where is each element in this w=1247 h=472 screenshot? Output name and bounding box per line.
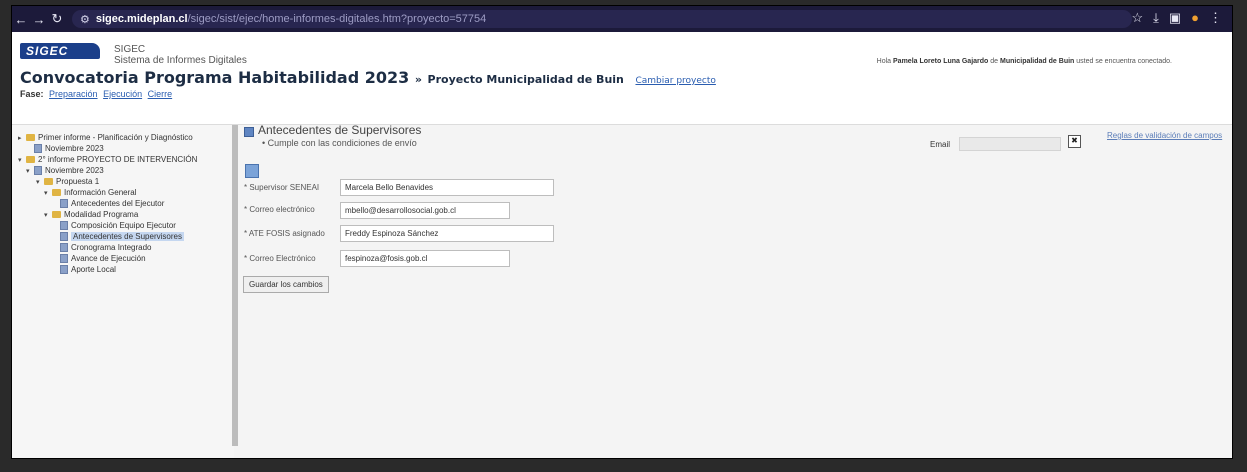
tree-node[interactable]: ▾ Modalidad Programa (44, 210, 138, 219)
tree-node[interactable]: Avance de Ejecución (60, 254, 146, 263)
url-host: sigec.mideplan.cl (95, 13, 188, 25)
folder-icon (52, 211, 61, 218)
extension-icon[interactable]: ▣ (1169, 10, 1181, 26)
supervisor-email-label: * Correo electrónico (244, 205, 315, 214)
save-icon[interactable] (245, 164, 259, 178)
user-org: Municipalidad de Buin (1000, 58, 1075, 65)
forward-icon[interactable]: → (30, 12, 48, 27)
tree-node[interactable]: Aporte Local (60, 265, 116, 274)
ate-fosis-label: * ATE FOSIS asignado (244, 229, 325, 238)
fase-link-preparacion[interactable]: Preparación (49, 89, 98, 99)
document-icon (60, 232, 68, 241)
document-icon (60, 199, 68, 208)
collapse-icon[interactable]: ▾ (44, 189, 52, 197)
user-status: Hola Pamela Loreto Luna Gajardo de Munic… (877, 58, 1172, 65)
document-icon (34, 144, 42, 153)
tree-node[interactable]: Antecedentes del Ejecutor (60, 199, 164, 208)
validation-rules-link[interactable]: Reglas de validación de campos (1107, 131, 1222, 140)
tree-node[interactable]: Cronograma Integrado (60, 243, 152, 252)
url-path: /sigec/sist/ejec/home-informes-digitales… (187, 13, 487, 25)
supervisor-label: * Supervisor SENEAI (244, 183, 320, 192)
app-subtitle: Sistema de Informes Digitales (114, 55, 247, 66)
menu-icon[interactable]: ⋮ (1209, 10, 1222, 26)
user-connection-status: usted se encuentra conectado. (1076, 58, 1172, 65)
tree-node[interactable]: Noviembre 2023 (34, 144, 104, 153)
app-name: SIGEC (114, 44, 146, 55)
panel-icon (244, 127, 254, 137)
title-main: Convocatoria Programa Habitabilidad 2023 (20, 68, 410, 87)
folder-icon (26, 134, 35, 141)
address-bar[interactable]: ⚙ sigec.mideplan.cl /sigec/sist/ejec/hom… (72, 10, 1132, 28)
sigec-logo: SIGEC (20, 43, 100, 59)
tree-node[interactable]: ▸ Primer informe - Planificación y Diagnó… (18, 133, 193, 142)
ate-fosis-input[interactable] (340, 225, 554, 242)
email-label: Email (930, 140, 951, 149)
title-separator: » (414, 73, 422, 86)
back-icon[interactable]: ← (12, 12, 30, 27)
tree-node[interactable]: ▾ Información General (44, 188, 136, 197)
email-field[interactable] (959, 137, 1061, 151)
user-of: de (990, 58, 999, 65)
tree-scrollbar[interactable] (232, 125, 238, 446)
title-project: Proyecto Municipalidad de Buin (427, 73, 624, 86)
fase-label: Fase: (20, 89, 44, 99)
fase-nav: Fase: Preparación Ejecución Cierre (20, 89, 172, 99)
browser-toolbar: ← → ↻ ⚙ sigec.mideplan.cl /sigec/sist/ej… (12, 6, 1232, 32)
user-name: Pamela Loreto Luna Gajardo (893, 58, 989, 65)
panel-note-text: Cumple con las condiciones de envío (267, 138, 417, 148)
ate-email-label: * Correo Electrónico (244, 254, 316, 263)
reload-icon[interactable]: ↻ (48, 11, 66, 27)
close-icon[interactable]: ✖ (1068, 135, 1081, 148)
save-button[interactable]: Guardar los cambios (243, 276, 329, 293)
star-icon[interactable]: ☆ (1131, 10, 1143, 26)
fase-link-cierre[interactable]: Cierre (148, 89, 173, 99)
panel-note: • Cumple con las condiciones de envío (262, 138, 417, 148)
app-header: SIGEC SIGEC Sistema de Informes Digitale… (12, 32, 1232, 125)
collapse-icon[interactable]: ▾ (18, 156, 26, 164)
change-project-link[interactable]: Cambiar proyecto (635, 76, 715, 86)
collapse-icon[interactable]: ▾ (44, 211, 52, 219)
tree-node[interactable]: ▾ Noviembre 2023 (26, 166, 104, 175)
page-title: Convocatoria Programa Habitabilidad 2023… (20, 68, 716, 87)
report-tree: ▸ Primer informe - Planificación y Diagnó… (12, 125, 234, 458)
site-info-icon[interactable]: ⚙ (80, 13, 90, 26)
fase-link-ejecucion[interactable]: Ejecución (103, 89, 142, 99)
document-icon (60, 243, 68, 252)
document-icon (60, 265, 68, 274)
profile-icon[interactable]: ● (1191, 10, 1199, 26)
tree-node-selected[interactable]: Antecedentes de Supervisores (60, 232, 184, 241)
supervisor-email-input[interactable] (340, 202, 510, 219)
folder-icon (26, 156, 35, 163)
tree-node[interactable]: ▾ 2° informe PROYECTO DE INTERVENCIÓN (18, 155, 197, 164)
folder-icon (44, 178, 53, 185)
panel-title: Antecedentes de Supervisores (258, 123, 422, 137)
tree-node[interactable]: Composición Equipo Ejecutor (60, 221, 176, 230)
document-icon (60, 254, 68, 263)
user-greeting: Hola (876, 58, 892, 65)
ate-email-input[interactable] (340, 250, 510, 267)
folder-icon (52, 189, 61, 196)
tree-node[interactable]: ▾ Propuesta 1 (36, 177, 99, 186)
collapse-icon[interactable]: ▾ (26, 167, 34, 175)
document-icon (34, 166, 42, 175)
supervisor-input[interactable] (340, 179, 554, 196)
expand-icon[interactable]: ▸ (18, 134, 26, 142)
download-icon[interactable]: ⤓ (1153, 10, 1159, 26)
screen: ← → ↻ ⚙ sigec.mideplan.cl /sigec/sist/ej… (12, 6, 1232, 458)
browser-actions: ☆ ⤓ ▣ ● ⋮ (1131, 10, 1222, 26)
document-icon (60, 221, 68, 230)
collapse-icon[interactable]: ▾ (36, 178, 44, 186)
